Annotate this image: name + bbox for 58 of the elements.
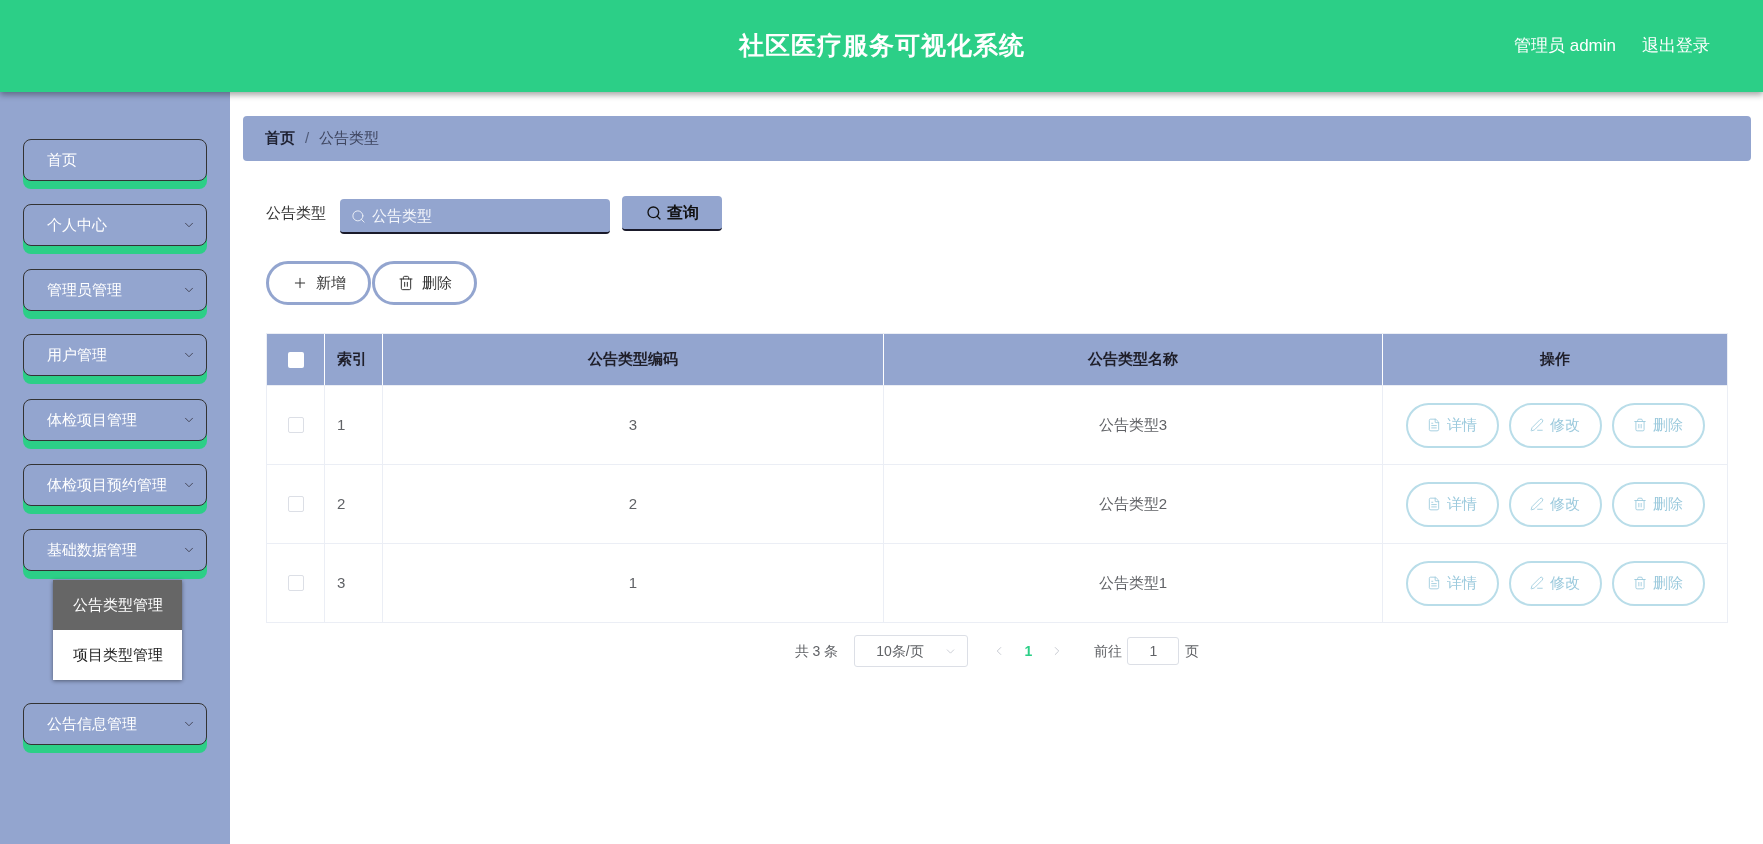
checkbox[interactable] — [287, 575, 304, 591]
search-field[interactable]: 公告类型 — [340, 199, 610, 234]
goto-page-field[interactable]: 1 — [1127, 637, 1180, 665]
table-cell: 3 — [325, 544, 383, 622]
submenu-item[interactable]: 项目类型管理 — [53, 630, 182, 680]
search-icon — [645, 204, 662, 221]
delete-button[interactable]: 删除 — [1611, 560, 1705, 606]
edit-button[interactable]: 修改 — [1508, 481, 1602, 527]
search-label: 公告类型 — [266, 203, 326, 224]
edit-button[interactable]: 修改 — [1508, 560, 1602, 606]
column-header: 操作 — [1539, 349, 1571, 370]
detail-button[interactable]: 详情 — [1405, 402, 1499, 448]
delete-button[interactable]: 删除 — [1611, 402, 1705, 448]
checkbox[interactable] — [287, 351, 304, 368]
detail-button[interactable]: 详情 — [1405, 560, 1499, 606]
table-cell: 1 — [325, 386, 383, 464]
document-icon — [1427, 418, 1441, 432]
table-cell: 公告类型2 — [884, 465, 1383, 543]
goto-suffix: 页 — [1185, 641, 1200, 661]
delete-button[interactable]: 删除 — [1611, 481, 1705, 527]
breadcrumb-item[interactable]: 首页 — [265, 127, 295, 150]
table-cell: 3 — [383, 386, 884, 464]
total-count: 共 3 条 — [794, 641, 839, 661]
table-cell: 公告类型3 — [884, 386, 1383, 464]
document-icon — [1427, 576, 1441, 590]
table-cell: 2 — [383, 465, 884, 543]
breadcrumb-item: 公告类型 — [319, 128, 380, 149]
page-number[interactable]: 1 — [1018, 640, 1039, 662]
table-cell: 2 — [325, 465, 383, 543]
detail-button[interactable]: 详情 — [1405, 481, 1499, 527]
goto-label: 前往 — [1094, 641, 1123, 661]
search-button[interactable]: 查询 — [622, 196, 722, 231]
breadcrumb-separator: / — [305, 128, 310, 149]
submenu-item[interactable]: 公告类型管理 — [53, 580, 182, 630]
column-header: 索引 — [325, 334, 383, 385]
app-title: 社区医疗服务可视化系统 — [738, 30, 1025, 62]
checkbox[interactable] — [287, 496, 304, 512]
column-header: 公告类型编码 — [383, 334, 884, 385]
user-label: 管理员 admin — [1513, 35, 1616, 58]
document-icon — [1427, 497, 1441, 511]
pencil-icon — [1530, 576, 1544, 590]
table-cell: 1 — [383, 544, 884, 622]
page-size-value: 10条/页 — [876, 641, 924, 661]
page-size-select[interactable]: 10条/页 — [854, 635, 969, 667]
pencil-icon — [1530, 497, 1544, 511]
table-cell: 公告类型1 — [884, 544, 1383, 622]
search-icon — [351, 209, 366, 224]
delete-button[interactable]: 删除 — [372, 261, 477, 305]
edit-button[interactable]: 修改 — [1508, 402, 1602, 448]
trash-icon — [1633, 418, 1647, 432]
trash-icon — [397, 275, 414, 291]
trash-icon — [1633, 497, 1647, 511]
logout-link[interactable]: 退出登录 — [1642, 33, 1710, 59]
checkbox[interactable] — [287, 417, 304, 433]
column-header: 公告类型名称 — [884, 334, 1383, 385]
pencil-icon — [1530, 418, 1544, 432]
add-button[interactable]: 新增 — [266, 261, 371, 305]
trash-icon — [1633, 576, 1647, 590]
